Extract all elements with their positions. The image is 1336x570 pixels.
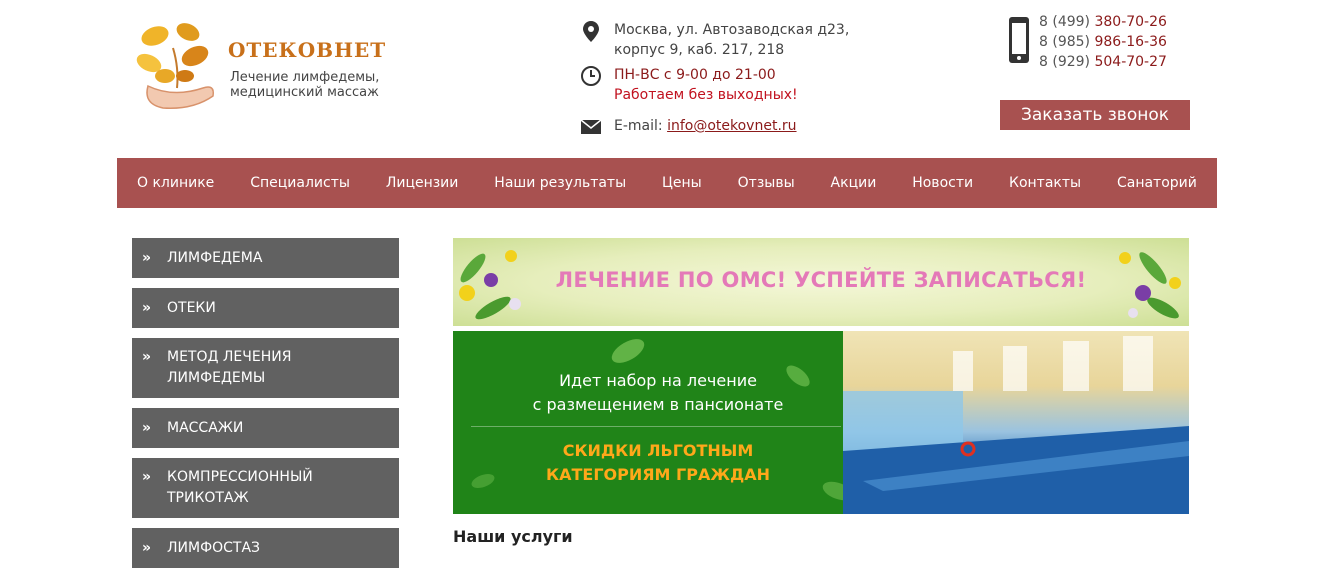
double-chevron-icon: » (142, 420, 152, 436)
mobile-phone-icon (1009, 17, 1029, 63)
nav-item-reviews[interactable]: Отзывы (738, 175, 795, 191)
email-link[interactable]: info@otekovnet.ru (667, 118, 796, 134)
address-text: Москва, ул. Автозаводская д23, корпус 9,… (614, 22, 850, 58)
double-chevron-icon: » (142, 349, 152, 365)
brand-name: ОТЕКОВНЕТ (228, 38, 387, 62)
hours-text: ПН-ВС с 9-00 до 21-00 Работаем без выход… (614, 67, 798, 103)
hours-row: ПН-ВС с 9-00 до 21-00 Работаем без выход… (580, 65, 798, 105)
mail-icon (580, 119, 602, 134)
nav-item-promotions[interactable]: Акции (831, 175, 877, 191)
nav-item-prices[interactable]: Цены (662, 175, 702, 191)
omc-banner-text: ЛЕЧЕНИЕ ПО ОМС! УСПЕЙТЕ ЗАПИСАТЬСЯ! (555, 268, 1087, 292)
logo-leaves-icon (136, 23, 215, 109)
pool-image-icon (843, 336, 1189, 514)
location-pin-icon (583, 21, 599, 42)
nav-item-news[interactable]: Новости (912, 175, 973, 191)
email-text: E-mail: info@otekovnet.ru (614, 118, 797, 134)
omc-banner[interactable]: ЛЕЧЕНИЕ ПО ОМС! УСПЕЙТЕ ЗАПИСАТЬСЯ! (453, 238, 1189, 326)
phone-list: 8 (499) 380-70-26 8 (985) 986-16-36 8 (9… (1039, 12, 1167, 72)
sanatorium-banner[interactable]: Идет набор на лечение с размещением в па… (453, 331, 1189, 514)
banner-divider (471, 426, 841, 427)
logo[interactable]: ОТЕКОВНЕТ Лечение лимфедемы, медицинский… (133, 18, 387, 118)
sidebar-item-massages[interactable]: » МАССАЖИ (132, 408, 399, 448)
sidebar-item-treatment-method[interactable]: » МЕТОД ЛЕЧЕНИЯ ЛИМФЕДЕМЫ (132, 338, 399, 398)
sidebar-item-compression[interactable]: » КОМПРЕССИОННЫЙ ТРИКОТАЖ (132, 458, 399, 518)
phone-number[interactable]: 8 (929) 504-70-27 (1039, 52, 1167, 72)
services-heading: Наши услуги (453, 527, 573, 546)
email-row: E-mail: info@otekovnet.ru (580, 116, 797, 138)
banner-promo: СКИДКИ ЛЬГОТНЫМ КАТЕГОРИЯМ ГРАЖДАН (546, 441, 770, 484)
sidebar-menu: » ЛИМФЕДЕМА » ОТЕКИ » МЕТОД ЛЕЧЕНИЯ ЛИМФЕ… (132, 238, 399, 570)
phone-number[interactable]: 8 (985) 986-16-36 (1039, 32, 1167, 52)
brand-tagline: Лечение лимфедемы, медицинский массаж (230, 70, 380, 100)
address-row: Москва, ул. Автозаводская д23, корпус 9,… (580, 20, 849, 60)
nav-item-licenses[interactable]: Лицензии (386, 175, 459, 191)
nav-item-contacts[interactable]: Контакты (1009, 175, 1081, 191)
sidebar-item-lymphostasis[interactable]: » ЛИМФОСТАЗ (132, 528, 399, 568)
phone-number[interactable]: 8 (499) 380-70-26 (1039, 12, 1167, 32)
sidebar-item-lymphedema[interactable]: » ЛИМФЕДЕМА (132, 238, 399, 278)
banner-text-area: Идет набор на лечение с размещением в па… (453, 331, 863, 514)
sidebar-item-edema[interactable]: » ОТЕКИ (132, 288, 399, 328)
double-chevron-icon: » (142, 540, 152, 556)
double-chevron-icon: » (142, 250, 152, 266)
double-chevron-icon: » (142, 300, 152, 316)
nav-item-results[interactable]: Наши результаты (494, 175, 626, 191)
pool-photo (843, 331, 1189, 514)
clock-icon (581, 66, 601, 86)
main-nav: О клинике Специалисты Лицензии Наши резу… (117, 158, 1217, 208)
order-call-button[interactable]: Заказать звонок (1000, 100, 1190, 130)
nav-item-sanatorium[interactable]: Санаторий (1117, 175, 1197, 191)
double-chevron-icon: » (142, 469, 152, 485)
nav-item-specialists[interactable]: Специалисты (250, 175, 350, 191)
banner-headline: Идет набор на лечение с размещением в па… (532, 371, 784, 414)
nav-item-clinic[interactable]: О клинике (137, 175, 214, 191)
